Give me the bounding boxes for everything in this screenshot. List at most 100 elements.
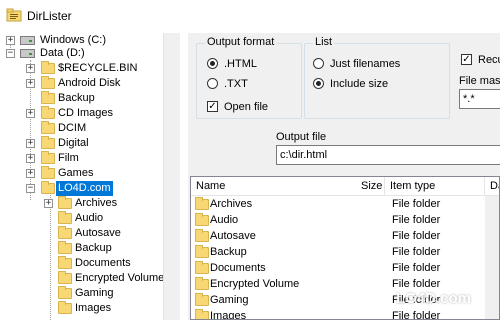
item-type: File folder — [392, 214, 441, 226]
tree-item-android-disk[interactable]: + Android Disk — [0, 76, 160, 91]
item-name: Images — [210, 310, 247, 320]
column-header-size[interactable]: Size — [349, 177, 385, 196]
item-name: Documents — [210, 262, 266, 274]
expand-icon[interactable]: + — [26, 139, 35, 148]
expand-icon[interactable]: + — [26, 79, 35, 88]
drive-icon — [20, 49, 35, 58]
checkmark-icon[interactable]: ✓ — [207, 101, 218, 112]
collapse-icon[interactable]: − — [26, 184, 35, 193]
tree-scrollbar[interactable] — [163, 33, 180, 320]
list-item[interactable]: Audio File folder 11 — [191, 212, 499, 228]
expand-icon[interactable]: + — [6, 36, 15, 45]
tree-item-documents[interactable]: Documents — [0, 256, 160, 271]
tree-item-gaming[interactable]: Gaming — [0, 286, 160, 301]
tree-item-images[interactable]: Images — [0, 301, 160, 316]
folder-icon — [41, 151, 55, 164]
tree-item-lo4d-com[interactable]: − LO4D.com — [0, 180, 160, 197]
checkmark-icon[interactable]: ✓ — [461, 54, 472, 65]
window-title: DirLister — [27, 9, 72, 23]
column-header-date[interactable]: Da — [485, 177, 499, 196]
html-radio-label: .HTML — [224, 58, 257, 70]
folder-icon — [195, 197, 209, 210]
list-header: Name Size Item type Da — [191, 177, 499, 196]
folder-icon — [41, 61, 55, 74]
tree-item-label: Autosave — [75, 227, 121, 239]
folder-icon — [195, 261, 209, 274]
open-file-label: Open file — [224, 101, 269, 113]
tree-item-drive-d[interactable]: − Data (D:) — [0, 46, 160, 61]
folder-icon — [195, 213, 209, 226]
tree-item-label: Backup — [58, 92, 95, 104]
just-filenames-radio[interactable]: Just filenames — [313, 57, 443, 71]
open-file-checkbox[interactable]: ✓ Open file — [207, 100, 297, 114]
tree-item-archives[interactable]: + Archives — [0, 196, 160, 211]
tree-item-recycle-bin[interactable]: + $RECYCLE.BIN — [0, 61, 160, 76]
item-name: Autosave — [210, 230, 256, 242]
tree-item-film[interactable]: + Film — [0, 151, 160, 166]
list-scrollbar[interactable] — [485, 196, 499, 319]
include-size-label: Include size — [330, 78, 389, 90]
expand-icon[interactable]: + — [26, 109, 35, 118]
folder-icon — [58, 256, 72, 269]
list-item[interactable]: Documents File folder 11 — [191, 260, 499, 276]
folder-icon — [58, 211, 72, 224]
folder-icon — [195, 245, 209, 258]
txt-radio[interactable]: .TXT — [207, 77, 297, 91]
txt-radio-label: .TXT — [224, 78, 248, 90]
tree-item-label: DCIM — [58, 122, 87, 134]
tree-item-backup[interactable]: Backup — [0, 91, 160, 106]
file-mask-label: File mask — [459, 75, 500, 87]
html-radio[interactable]: .HTML — [207, 57, 297, 71]
file-mask-input[interactable]: *.* — [459, 89, 500, 109]
tree-item-dcim[interactable]: DCIM — [0, 121, 160, 136]
radio-button[interactable] — [313, 78, 324, 89]
folder-icon — [58, 241, 72, 254]
tree-item-encrypted-volume[interactable]: Encrypted Volume — [0, 271, 164, 286]
include-size-radio[interactable]: Include size — [313, 77, 443, 91]
folder-tree[interactable]: + Windows (C:) − Data (D:) + $RECYCLE.BI… — [0, 33, 180, 320]
radio-button[interactable] — [313, 58, 324, 69]
folder-icon — [41, 121, 55, 134]
expand-icon[interactable]: + — [26, 154, 35, 163]
tree-item-digital[interactable]: + Digital — [0, 136, 160, 151]
folder-icon — [195, 229, 209, 242]
list-item[interactable]: Backup File folder 11 — [191, 244, 499, 260]
tree-item-autosave[interactable]: Autosave — [0, 226, 160, 241]
list-item[interactable]: Images File folder 11 — [191, 308, 499, 320]
output-file-input[interactable]: c:\dir.html — [276, 145, 500, 165]
tree-item-label: Digital — [58, 137, 89, 149]
column-header-item-type[interactable]: Item type — [385, 177, 485, 196]
tree-item-cd-images[interactable]: + CD Images — [0, 106, 160, 121]
expand-icon[interactable]: + — [26, 169, 35, 178]
tree-item-audio[interactable]: Audio — [0, 211, 160, 226]
drive-icon — [20, 36, 35, 45]
list-title: List — [313, 36, 335, 48]
radio-button[interactable] — [207, 58, 218, 69]
recurse-label: Recu — [478, 54, 500, 66]
expand-icon[interactable]: + — [26, 64, 35, 73]
tree-item-label: Encrypted Volume — [75, 272, 165, 284]
folder-icon — [41, 106, 55, 119]
tree-item-label-selected: LO4D.com — [55, 180, 114, 197]
radio-button[interactable] — [207, 78, 218, 89]
item-type: File folder — [392, 262, 441, 274]
expand-icon[interactable]: + — [44, 199, 53, 208]
collapse-icon[interactable]: − — [6, 49, 15, 58]
list-item[interactable]: Autosave File folder 11 — [191, 228, 499, 244]
folder-icon — [58, 286, 72, 299]
tree-item-backup-sub[interactable]: Backup — [0, 241, 160, 256]
output-format-title: Output format — [205, 36, 277, 48]
tree-item-label: Android Disk — [58, 77, 121, 89]
tree-item-games[interactable]: + Games — [0, 166, 160, 181]
output-format-group: Output format .HTML .TXT ✓ Open file — [196, 36, 302, 119]
folder-icon — [195, 277, 209, 290]
tree-item-label: $RECYCLE.BIN — [58, 62, 138, 74]
tree-item-label: Documents — [75, 257, 131, 269]
recurse-checkbox[interactable]: ✓ Recu — [461, 53, 500, 67]
folder-icon — [195, 293, 209, 306]
folder-icon — [41, 76, 55, 89]
item-name: Backup — [210, 246, 247, 258]
list-item[interactable]: Archives File folder 11 — [191, 196, 499, 212]
folder-icon — [58, 271, 72, 284]
tree-item-label: Images — [75, 302, 112, 314]
